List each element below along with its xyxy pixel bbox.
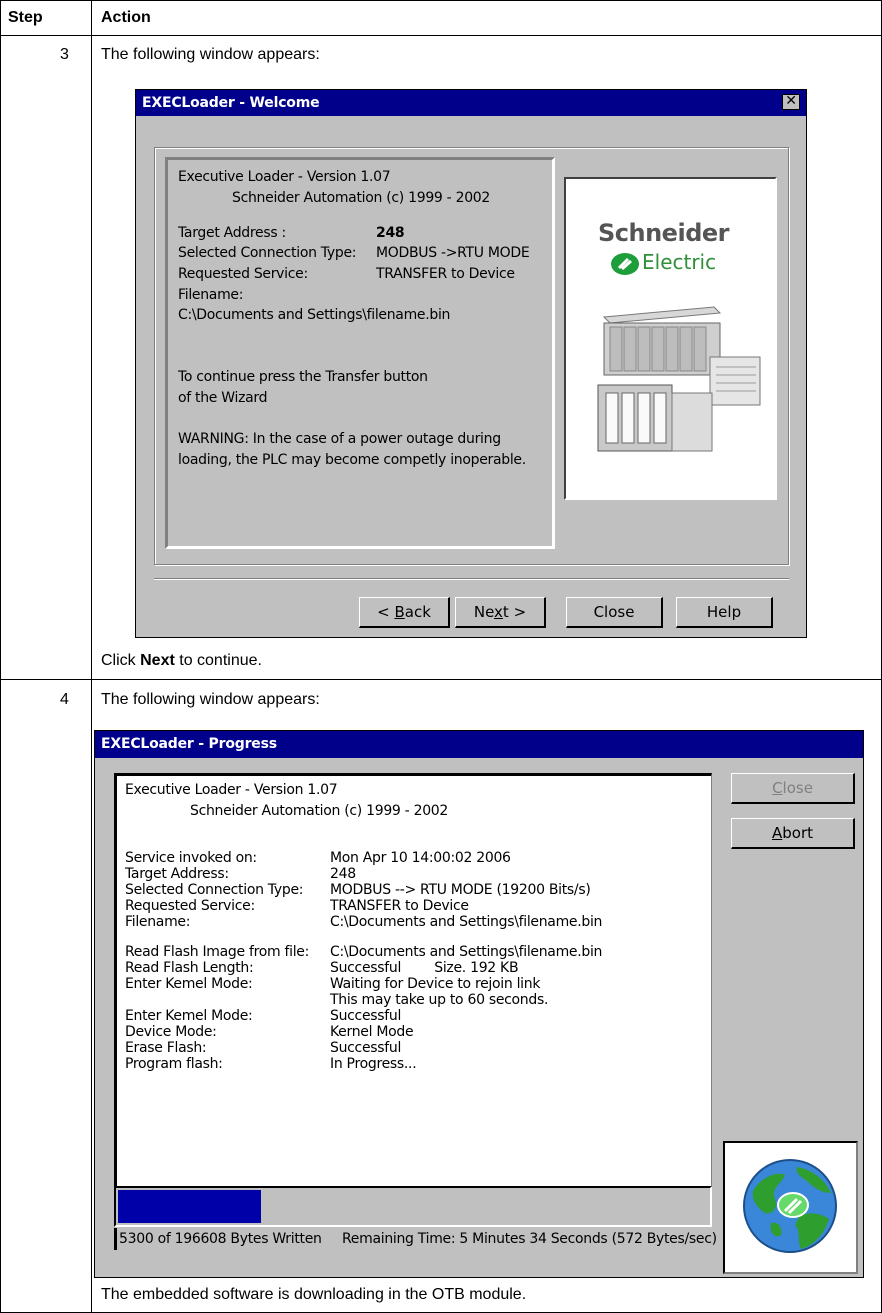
table-left-border	[0, 0, 1, 1313]
log-label: Read Flash Image from file:	[125, 944, 310, 960]
log-label: Service invoked on:	[125, 850, 257, 866]
log-copyright-line: Schneider Automation (c) 1999 - 2002	[190, 803, 449, 819]
target-value: 248	[376, 225, 405, 241]
progress-window: EXECLoader - Progress Executive Loader -…	[94, 730, 864, 1278]
connection-value: MODBUS ->RTU MODE	[376, 245, 530, 261]
step-4-intro: The following window appears:	[101, 691, 320, 708]
brand-schneider: Schneider	[598, 219, 729, 247]
back-label-mnemonic: B	[394, 603, 405, 621]
header-action: Action	[101, 9, 151, 26]
copyright-line: Schneider Automation (c) 1999 - 2002	[232, 190, 491, 206]
warning-line-2: loading, the PLC may become competly ino…	[178, 452, 526, 468]
step-number-4: 4	[60, 691, 69, 708]
table-top-border	[0, 0, 882, 1]
welcome-separator	[154, 578, 789, 580]
footer-text-bold: Next	[140, 652, 175, 669]
back-button[interactable]: < Back	[359, 597, 450, 628]
log-value: 248	[330, 866, 356, 882]
next-button[interactable]: Next >	[455, 597, 546, 628]
welcome-window: EXECLoader - Welcome ✕ Executive Loader …	[135, 89, 807, 638]
log-label: Erase Flash:	[125, 1040, 207, 1056]
header-step: Step	[8, 9, 43, 26]
log-value: Successful	[330, 1040, 402, 1056]
log-label: Selected Connection Type:	[125, 882, 304, 898]
remaining-time: Remaining Time: 5 Minutes 34 Seconds (57…	[342, 1231, 717, 1247]
schneider-mark-icon	[611, 253, 639, 275]
progress-titlebar: EXECLoader - Progress	[95, 731, 863, 758]
footer-text-post: to continue.	[174, 652, 262, 669]
welcome-logo-panel: Schneider Electric	[564, 177, 777, 500]
log-label: Device Mode:	[125, 1024, 217, 1040]
target-label: Target Address :	[178, 225, 286, 241]
continue-line-2: of the Wizard	[178, 390, 268, 406]
step-3-intro: The following window appears:	[101, 46, 320, 63]
log-value: MODBUS --> RTU MODE (19200 Bits/s)	[330, 882, 591, 898]
welcome-info-panel: Executive Loader - Version 1.07 Schneide…	[165, 157, 555, 549]
next-label-post: t >	[502, 603, 527, 621]
log-value: Successful	[330, 1008, 402, 1024]
progress-status: 5300 of 196608 Bytes Written Remaining T…	[114, 1228, 717, 1250]
welcome-title: EXECLoader - Welcome	[142, 95, 320, 111]
close-mnemonic: C	[772, 779, 783, 797]
next-label-pre: Ne	[473, 603, 495, 621]
close-label-rest: lose	[782, 779, 813, 797]
log-label: Program flash:	[125, 1056, 223, 1072]
filename-label: Filename:	[178, 287, 244, 303]
log-label: Enter Kemel Mode:	[125, 976, 253, 992]
globe-icon	[743, 1159, 837, 1253]
progress-close-button[interactable]: Close	[731, 773, 855, 804]
welcome-titlebar: EXECLoader - Welcome ✕	[136, 90, 806, 116]
service-value: TRANSFER to Device	[376, 266, 515, 282]
log-value: C:\Documents and Settings\filename.bin	[330, 944, 603, 960]
bytes-written: 5300 of 196608 Bytes Written	[119, 1231, 322, 1247]
continue-line-1: To continue press the Transfer button	[178, 369, 428, 385]
close-icon[interactable]: ✕	[782, 94, 800, 110]
progress-bar-track	[114, 1186, 712, 1227]
log-label: Requested Service:	[125, 898, 255, 914]
log-value: TRANSFER to Device	[330, 898, 469, 914]
log-value: C:\Documents and Settings\filename.bin	[330, 914, 603, 930]
step-4-footer: The embedded software is downloading in …	[101, 1286, 527, 1303]
log-value: Kernel Mode	[330, 1024, 414, 1040]
help-button[interactable]: Help	[676, 597, 773, 628]
log-label: Filename:	[125, 914, 191, 930]
log-value: Mon Apr 10 14:00:02 2006	[330, 850, 511, 866]
version-line: Executive Loader - Version 1.07	[178, 169, 391, 185]
step-number-3: 3	[60, 46, 69, 63]
filename-value: C:\Documents and Settings\filename.bin	[178, 307, 451, 323]
warning-line-1: WARNING: In the case of a power outage d…	[178, 431, 501, 447]
abort-label-rest: bort	[782, 824, 813, 842]
progress-title: EXECLoader - Progress	[101, 736, 277, 752]
log-value: This may take up to 60 seconds.	[330, 992, 549, 1008]
log-value: In Progress...	[330, 1056, 417, 1072]
table-header-divider	[0, 35, 882, 36]
log-label: Enter Kemel Mode:	[125, 1008, 253, 1024]
globe-panel	[723, 1141, 858, 1274]
back-label-post: ack	[404, 603, 431, 621]
abort-button[interactable]: Abort	[731, 818, 855, 849]
back-label-pre: <	[377, 603, 395, 621]
log-value: Successful Size. 192 KB	[330, 960, 519, 976]
log-version-line: Executive Loader - Version 1.07	[125, 782, 338, 798]
progress-log: Executive Loader - Version 1.07 Schneide…	[114, 773, 712, 1186]
table-row-divider	[0, 679, 882, 680]
abort-mnemonic: A	[771, 824, 783, 842]
close-button[interactable]: Close	[566, 597, 663, 628]
log-label: Target Address:	[125, 866, 229, 882]
table-column-divider	[91, 0, 92, 1313]
next-label-mnemonic: x	[494, 603, 503, 621]
schneider-logo: Schneider Electric	[596, 219, 766, 279]
connection-label: Selected Connection Type:	[178, 245, 357, 261]
service-label: Requested Service:	[178, 266, 308, 282]
step-3-footer: Click Next to continue.	[101, 652, 262, 670]
brand-electric: Electric	[642, 250, 717, 274]
footer-text-pre: Click	[101, 652, 141, 669]
log-label: Read Flash Length:	[125, 960, 254, 976]
log-value: Waiting for Device to rejoin link	[330, 976, 541, 992]
plc-hardware-illustration	[597, 306, 761, 452]
progress-bar-fill	[118, 1190, 261, 1223]
